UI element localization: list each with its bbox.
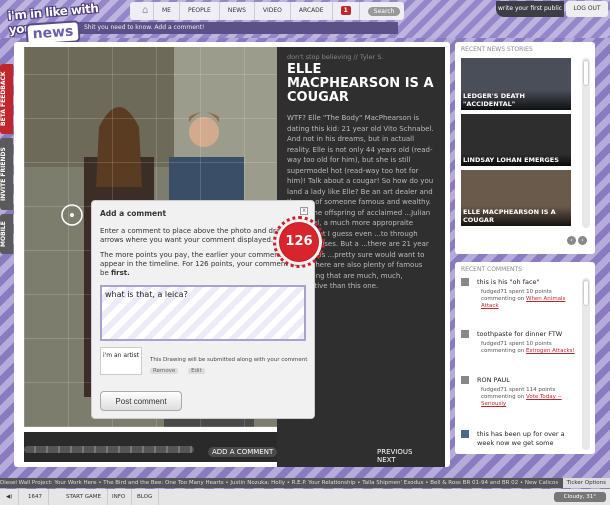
weather-badge: Cloudy, 31° bbox=[553, 492, 606, 502]
drawing-actions: Remove Edit bbox=[150, 368, 213, 374]
next-button[interactable]: NEXT bbox=[377, 456, 396, 464]
news-scrollbar[interactable] bbox=[582, 58, 590, 228]
nav-arcade[interactable]: ARCADE bbox=[291, 2, 333, 20]
dialog-title: Add a comment bbox=[100, 209, 167, 218]
comment-input[interactable]: what is that, a leica? bbox=[100, 285, 306, 341]
avatar bbox=[461, 430, 469, 438]
comment-item[interactable]: RON PAUL fudged71 spent 114 points comme… bbox=[461, 376, 579, 408]
comment-meta: fudged71 spent 10 points commenting on E… bbox=[481, 341, 579, 355]
avatar bbox=[461, 278, 469, 286]
points-note-text: The more points you pay, the earlier you… bbox=[100, 251, 303, 277]
remove-drawing-button[interactable]: Remove bbox=[150, 368, 179, 374]
nav-people[interactable]: PEOPLE bbox=[180, 2, 220, 20]
comment-item[interactable]: this has been up for over a week now we … bbox=[461, 430, 579, 448]
drawing-note: This Drawing will be submitted along wit… bbox=[150, 357, 308, 363]
tab-beta-feedback[interactable]: BETA FEEDBACK bbox=[0, 64, 13, 134]
ticker-text[interactable]: Diesel Wall Project: Your Work Here • Th… bbox=[0, 480, 558, 486]
news-prev-icon[interactable]: ‹ bbox=[567, 236, 576, 245]
avatar bbox=[461, 376, 469, 384]
article-title: ELLE MACPHEARSON IS A COUGAR bbox=[287, 62, 434, 105]
main-nav: ⌂ ME PEOPLE NEWS VIDEO ARCADE 1 Search bbox=[130, 2, 405, 20]
tab-invite-friends[interactable]: INVITE FRIENDS bbox=[0, 138, 13, 210]
info-button[interactable]: INFO bbox=[106, 489, 133, 505]
news-scroll-thumb[interactable] bbox=[583, 60, 589, 86]
comment-text: toothpaste for dinner FTW bbox=[477, 330, 563, 338]
comment-item[interactable]: this is his "oh face" fudged71 spent 10 … bbox=[461, 278, 579, 310]
comment-user[interactable]: fudged71 bbox=[481, 289, 507, 295]
tab-mobile[interactable]: MOBILE bbox=[0, 214, 13, 254]
recent-news-panel: RECENT NEWS STORIES LEDGER'S DEATH "ACCI… bbox=[455, 42, 595, 254]
points-note: The more points you pay, the earlier you… bbox=[100, 251, 306, 278]
comment-user[interactable]: fudged71 bbox=[481, 341, 507, 347]
avatar bbox=[461, 330, 469, 338]
recent-comments-panel: RECENT COMMENTS this is his "oh face" fu… bbox=[455, 262, 595, 454]
news-story[interactable]: LINDSAY LOHAN EMERGES bbox=[461, 114, 571, 166]
ticker-options-button[interactable]: Ticker Options bbox=[562, 478, 610, 488]
news-story[interactable]: LEDGER'S DEATH "ACCIDENTAL" bbox=[461, 58, 571, 110]
news-story-title: ELLE MACPHEARSON IS A COUGAR bbox=[461, 206, 571, 226]
news-next-icon[interactable]: › bbox=[578, 236, 587, 245]
recent-comments-header: RECENT COMMENTS bbox=[461, 266, 523, 273]
comment-text: this has been up for over a week now we … bbox=[477, 430, 565, 447]
news-story-title: LINDSAY LOHAN EMERGES bbox=[461, 154, 571, 166]
home-icon[interactable]: ⌂ bbox=[134, 2, 154, 20]
drawing-attachment: i'm an artist This Drawing will be submi… bbox=[100, 347, 307, 379]
news-story[interactable]: ELLE MACPHEARSON IS A COUGAR bbox=[461, 170, 571, 226]
tagline: Shit you need to know. Add a comment! bbox=[78, 22, 398, 34]
comment-user[interactable]: fudged71 bbox=[481, 387, 507, 393]
close-icon[interactable]: x bbox=[300, 207, 308, 215]
news-story-title: LEDGER'S DEATH "ACCIDENTAL" bbox=[461, 90, 571, 110]
news-pager: ‹ › bbox=[565, 236, 587, 245]
comment-meta: fudged71 spent 10 points commenting on W… bbox=[481, 289, 579, 310]
comment-item[interactable]: toothpaste for dinner FTW fudged71 spent… bbox=[461, 330, 579, 355]
comments-scrollbar[interactable] bbox=[582, 278, 590, 450]
comments-scroll-thumb[interactable] bbox=[583, 280, 589, 306]
blog-button[interactable]: BLOG bbox=[131, 489, 160, 505]
article-pager: PREVIOUS NEXT bbox=[377, 448, 450, 464]
comment-meta: fudged71 spent 114 points commenting on … bbox=[481, 387, 579, 408]
post-comment-button[interactable]: Post comment bbox=[100, 391, 182, 411]
points-counter: 1647 bbox=[22, 489, 49, 505]
notifications-button[interactable]: 1 bbox=[333, 2, 360, 20]
add-comment-button[interactable]: ADD A COMMENT bbox=[208, 447, 278, 457]
start-game-button[interactable]: START GAME bbox=[60, 489, 108, 505]
nav-me[interactable]: ME bbox=[154, 2, 180, 20]
previous-button[interactable]: PREVIOUS bbox=[377, 448, 412, 456]
drawing-thumbnail[interactable]: i'm an artist bbox=[100, 347, 142, 375]
write-public-button[interactable]: write your first public bbox=[496, 1, 564, 17]
logout-button[interactable]: LOG OUT bbox=[566, 1, 608, 17]
comment-text: RON PAUL bbox=[477, 376, 510, 384]
sound-icon[interactable]: ◀) bbox=[0, 489, 20, 505]
points-seal[interactable]: 126 bbox=[273, 216, 325, 268]
bottom-bar: ◀) 1647 START GAME INFO BLOG Cloudy, 31° bbox=[0, 489, 610, 505]
edit-drawing-button[interactable]: Edit bbox=[188, 368, 205, 374]
nav-news[interactable]: NEWS bbox=[220, 2, 255, 20]
article-kicker: don't stop believing // Tyler S. bbox=[287, 53, 384, 61]
search-button[interactable]: Search bbox=[367, 6, 401, 16]
nav-video[interactable]: VIDEO bbox=[255, 2, 291, 20]
news-ticker: Diesel Wall Project: Your Work Here • Th… bbox=[0, 478, 610, 488]
recent-news-header: RECENT NEWS STORIES bbox=[461, 46, 533, 53]
points-note-emphasis: first. bbox=[110, 269, 130, 277]
notification-badge: 1 bbox=[340, 6, 351, 15]
comment-timeline[interactable] bbox=[24, 446, 194, 453]
comment-link[interactable]: Estrogen Attacks! bbox=[526, 348, 575, 354]
comment-text: this is his "oh face" bbox=[477, 278, 540, 286]
